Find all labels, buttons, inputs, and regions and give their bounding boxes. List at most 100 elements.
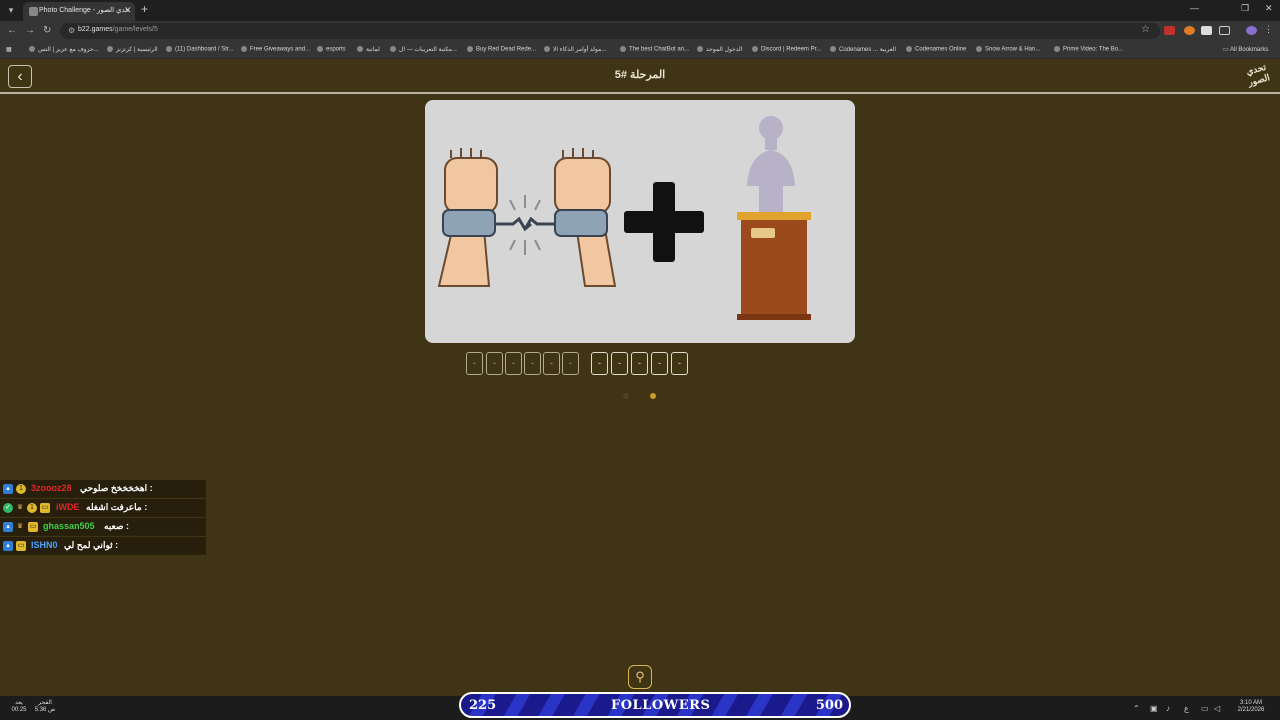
answer-slot[interactable]: - xyxy=(611,352,628,375)
badge-icon: 1 xyxy=(16,484,26,494)
chat-text: صعبه : xyxy=(104,521,130,531)
folder-icon: ▭ xyxy=(1223,47,1231,53)
chat-text: اهخخخخخ صلوحي : xyxy=(80,483,153,493)
chat-username: 3zoooz28 xyxy=(31,483,72,493)
crown-icon: ♛ xyxy=(16,523,24,530)
chat-text: ماعرفت اشغله : xyxy=(86,502,148,512)
minimize-icon[interactable]: — xyxy=(1190,3,1199,13)
reload-icon[interactable]: ↻ xyxy=(43,25,51,36)
chat-username: ghassan505 xyxy=(43,521,95,531)
puzzle-image-card xyxy=(425,100,855,343)
bookmark-item[interactable]: Codenames ... العربية xyxy=(830,46,896,53)
countdown-widget[interactable]: يعد 00:25 xyxy=(8,700,30,714)
answer-slot[interactable]: - xyxy=(591,352,608,375)
prayer-widget[interactable]: الفجر 5:36 ص xyxy=(32,700,58,714)
bookmark-item[interactable]: Discord | Redeem Pr... xyxy=(752,46,821,53)
extension-icon[interactable] xyxy=(1164,26,1175,35)
browser-menu-icon[interactable]: ⋮ xyxy=(1264,24,1275,34)
profile-avatar[interactable] xyxy=(1246,26,1257,35)
tab-title: Photo Challenge - تحدي الصور xyxy=(39,7,129,14)
answer-slot[interactable]: - xyxy=(466,352,483,375)
statue-pedestal-icon xyxy=(737,116,811,320)
answer-slot[interactable]: - xyxy=(486,352,503,375)
clock[interactable]: 3:10 AM 2/21/2026 xyxy=(1226,700,1276,714)
extension-icon[interactable] xyxy=(1184,26,1195,35)
tab-search-icon[interactable]: ▾ xyxy=(4,3,18,17)
apps-grid-icon[interactable]: ▦ xyxy=(6,46,12,53)
badge-icon: ▴ xyxy=(3,484,13,494)
chat-username: ISHN0 xyxy=(31,540,58,550)
bookmark-item[interactable]: Buy Red Dead Rede... xyxy=(467,46,536,53)
progress-dot-active xyxy=(650,393,656,399)
crown-icon: ♛ xyxy=(16,504,24,511)
followers-current: 225 xyxy=(469,698,497,713)
bookmark-item[interactable]: مولد أوامر الذكاء الا... xyxy=(544,46,606,53)
chevron-left-icon: ‹ xyxy=(17,68,23,85)
microphone-icon[interactable]: ♪ xyxy=(1166,704,1170,713)
tab-favicon-icon xyxy=(29,7,38,16)
back-arrow-icon[interactable]: ← xyxy=(7,25,17,36)
chat-text: ثواني لمح لي : xyxy=(64,540,119,550)
chat-message: ▴ ♛ ▭ ghassan505 صعبه : xyxy=(0,518,206,536)
answer-slot[interactable]: - xyxy=(651,352,668,375)
followers-goal: 500 xyxy=(815,698,843,713)
chat-message: ✓ ♛ 1 ▭ iWDE ماعرفت اشغله : xyxy=(0,499,206,517)
network-icon[interactable]: ▭ xyxy=(1201,704,1209,713)
plus-icon xyxy=(624,182,704,262)
bookmark-item[interactable]: Free Giveaways and... xyxy=(241,46,310,53)
tray-chevron-icon[interactable]: ⌃ xyxy=(1133,704,1140,713)
chat-message: ▴ ▭ ISHN0 ثواني لمح لي : xyxy=(0,537,206,555)
answer-slot[interactable]: - xyxy=(631,352,648,375)
answer-slot[interactable]: - xyxy=(505,352,522,375)
progress-dot xyxy=(623,393,629,399)
lightbulb-icon: ⚲ xyxy=(635,669,645,684)
bookmark-item[interactable]: حروف مع عزيز | التس... xyxy=(29,46,99,53)
bookmark-star-icon[interactable]: ☆ xyxy=(1141,24,1150,35)
badge-icon: ▭ xyxy=(40,503,50,513)
bookmark-item[interactable]: esports xyxy=(317,46,346,53)
badge-icon: ▭ xyxy=(16,541,26,551)
maximize-icon[interactable]: ❐ xyxy=(1241,3,1249,14)
window-close-icon[interactable]: ✕ xyxy=(1265,3,1273,14)
url-bar[interactable]: ⚙ b22.games/game/levels/5 xyxy=(60,23,1160,39)
tray-app-icon[interactable]: ▣ xyxy=(1150,704,1158,713)
bookmark-item[interactable]: (11) Dashboard / Str... xyxy=(166,46,234,53)
bookmark-item[interactable]: لمانية xyxy=(357,46,380,53)
bookmark-item[interactable]: الرئيسية | كرتزنز xyxy=(107,46,158,53)
extensions-puzzle-icon[interactable] xyxy=(1219,26,1230,35)
game-logo[interactable]: تحدي الصور xyxy=(1240,61,1275,93)
level-title: المرحلة #5 xyxy=(614,69,666,81)
bookmark-item[interactable]: Snow Arrow & Han... xyxy=(976,46,1040,53)
language-indicator[interactable]: ع xyxy=(1184,704,1189,713)
site-info-icon[interactable]: ⚙ xyxy=(68,26,75,35)
back-button[interactable]: ‹ xyxy=(8,65,32,88)
followers-goal-bar: 225 FOLLOWERS 500 xyxy=(459,692,851,718)
bookmark-item[interactable]: The best ChatBot an... xyxy=(620,46,689,53)
bookmark-item[interactable]: الدخول الموحد xyxy=(697,46,742,53)
volume-icon[interactable]: ◁ xyxy=(1214,704,1220,713)
bookmarks-bar: ▦ حروف مع عزيز | التس... الرئيسية | كرتز… xyxy=(0,41,1280,59)
followers-label: FOLLOWERS xyxy=(611,698,711,713)
badge-icon: ▴ xyxy=(3,541,13,551)
bookmark-item[interactable]: Codenames Online xyxy=(906,46,966,53)
badge-icon: ▭ xyxy=(28,522,38,532)
bookmark-item[interactable]: مكتبة التعريبات — ال... xyxy=(390,46,457,53)
url-text: b22.games/game/levels/5 xyxy=(78,26,158,33)
forward-arrow-icon[interactable]: → xyxy=(25,25,35,36)
answer-slot[interactable]: - xyxy=(543,352,560,375)
browser-tab-strip: ▾ Photo Challenge - تحدي الصور ✕ + — ❐ ✕ xyxy=(0,0,1280,21)
answer-slot[interactable]: - xyxy=(524,352,541,375)
extension-icon[interactable] xyxy=(1201,26,1212,35)
broken-chains-icon xyxy=(437,148,617,287)
browser-tab[interactable]: Photo Challenge - تحدي الصور ✕ xyxy=(23,2,135,21)
game-header: ‹ المرحلة #5 تحدي الصور xyxy=(0,59,1280,94)
answer-slot[interactable]: - xyxy=(671,352,688,375)
badge-icon: ▴ xyxy=(3,522,13,532)
bookmark-item[interactable]: Prime Video: The Bo... xyxy=(1054,46,1123,53)
all-bookmarks-folder[interactable]: ▭ All Bookmarks xyxy=(1223,46,1268,53)
tab-close-icon[interactable]: ✕ xyxy=(124,5,132,16)
hint-button[interactable]: ⚲ xyxy=(628,665,652,689)
answer-slot[interactable]: - xyxy=(562,352,579,375)
new-tab-icon[interactable]: + xyxy=(141,2,148,16)
chat-username: iWDE xyxy=(56,502,80,512)
